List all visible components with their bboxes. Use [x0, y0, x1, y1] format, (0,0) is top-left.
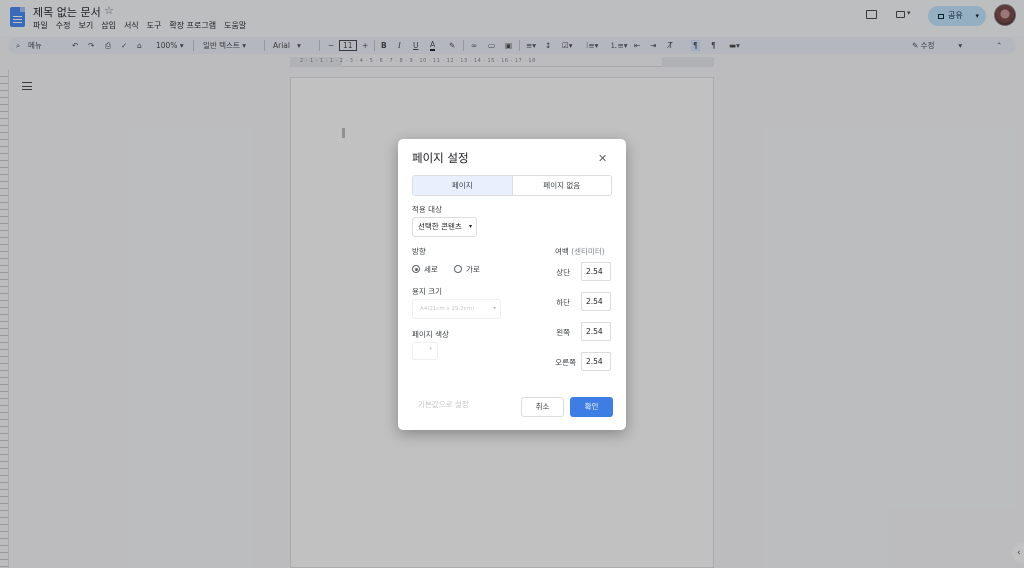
- portrait-radio[interactable]: [412, 265, 420, 273]
- margin-left-label: 왼쪽: [556, 328, 570, 337]
- page-mode-tabs: 페이지 페이지 없음: [412, 175, 612, 196]
- portrait-label[interactable]: 세로: [424, 264, 438, 275]
- close-icon[interactable]: ✕: [598, 152, 607, 165]
- tab-pages[interactable]: 페이지: [413, 176, 513, 195]
- paper-size-label: 용지 크기: [412, 287, 442, 296]
- page-color-label: 페이지 색상: [412, 330, 449, 339]
- chevron-down-icon: ▾: [468, 223, 472, 230]
- landscape-radio[interactable]: [454, 265, 462, 273]
- dialog-title: 페이지 설정: [412, 151, 469, 165]
- cancel-button[interactable]: 취소: [521, 397, 564, 417]
- page-setup-dialog: 페이지 설정 ✕ 페이지 페이지 없음 적용 대상 선택한 콘텐츠 ▾ 방향 세…: [398, 139, 626, 430]
- set-as-default-button[interactable]: 기본값으로 설정: [418, 399, 469, 410]
- apply-to-select[interactable]: 선택한 콘텐츠 ▾: [412, 217, 477, 237]
- tab-pageless[interactable]: 페이지 없음: [513, 176, 612, 195]
- chevron-down-icon: ▾: [429, 346, 432, 352]
- margins-label: 여백 (센티미터): [555, 247, 605, 256]
- margin-left-input[interactable]: 2.54: [581, 322, 611, 341]
- margin-top-input[interactable]: 2.54: [581, 262, 611, 281]
- page-color-picker[interactable]: ▾: [412, 342, 438, 360]
- chevron-down-icon: ▾: [492, 305, 496, 312]
- margin-right-input[interactable]: 2.54: [581, 352, 611, 371]
- landscape-label[interactable]: 가로: [466, 264, 480, 275]
- ok-button[interactable]: 확인: [570, 397, 613, 417]
- margin-right-label: 오른쪽: [555, 358, 576, 367]
- margin-bottom-label: 하단: [556, 298, 570, 307]
- margin-bottom-input[interactable]: 2.54: [581, 292, 611, 311]
- margin-top-label: 상단: [556, 268, 570, 277]
- apply-to-label: 적용 대상: [412, 205, 442, 214]
- paper-size-select[interactable]: A4(21cm x 29.7cm) ▾: [412, 299, 501, 319]
- orientation-label: 방향: [412, 247, 426, 256]
